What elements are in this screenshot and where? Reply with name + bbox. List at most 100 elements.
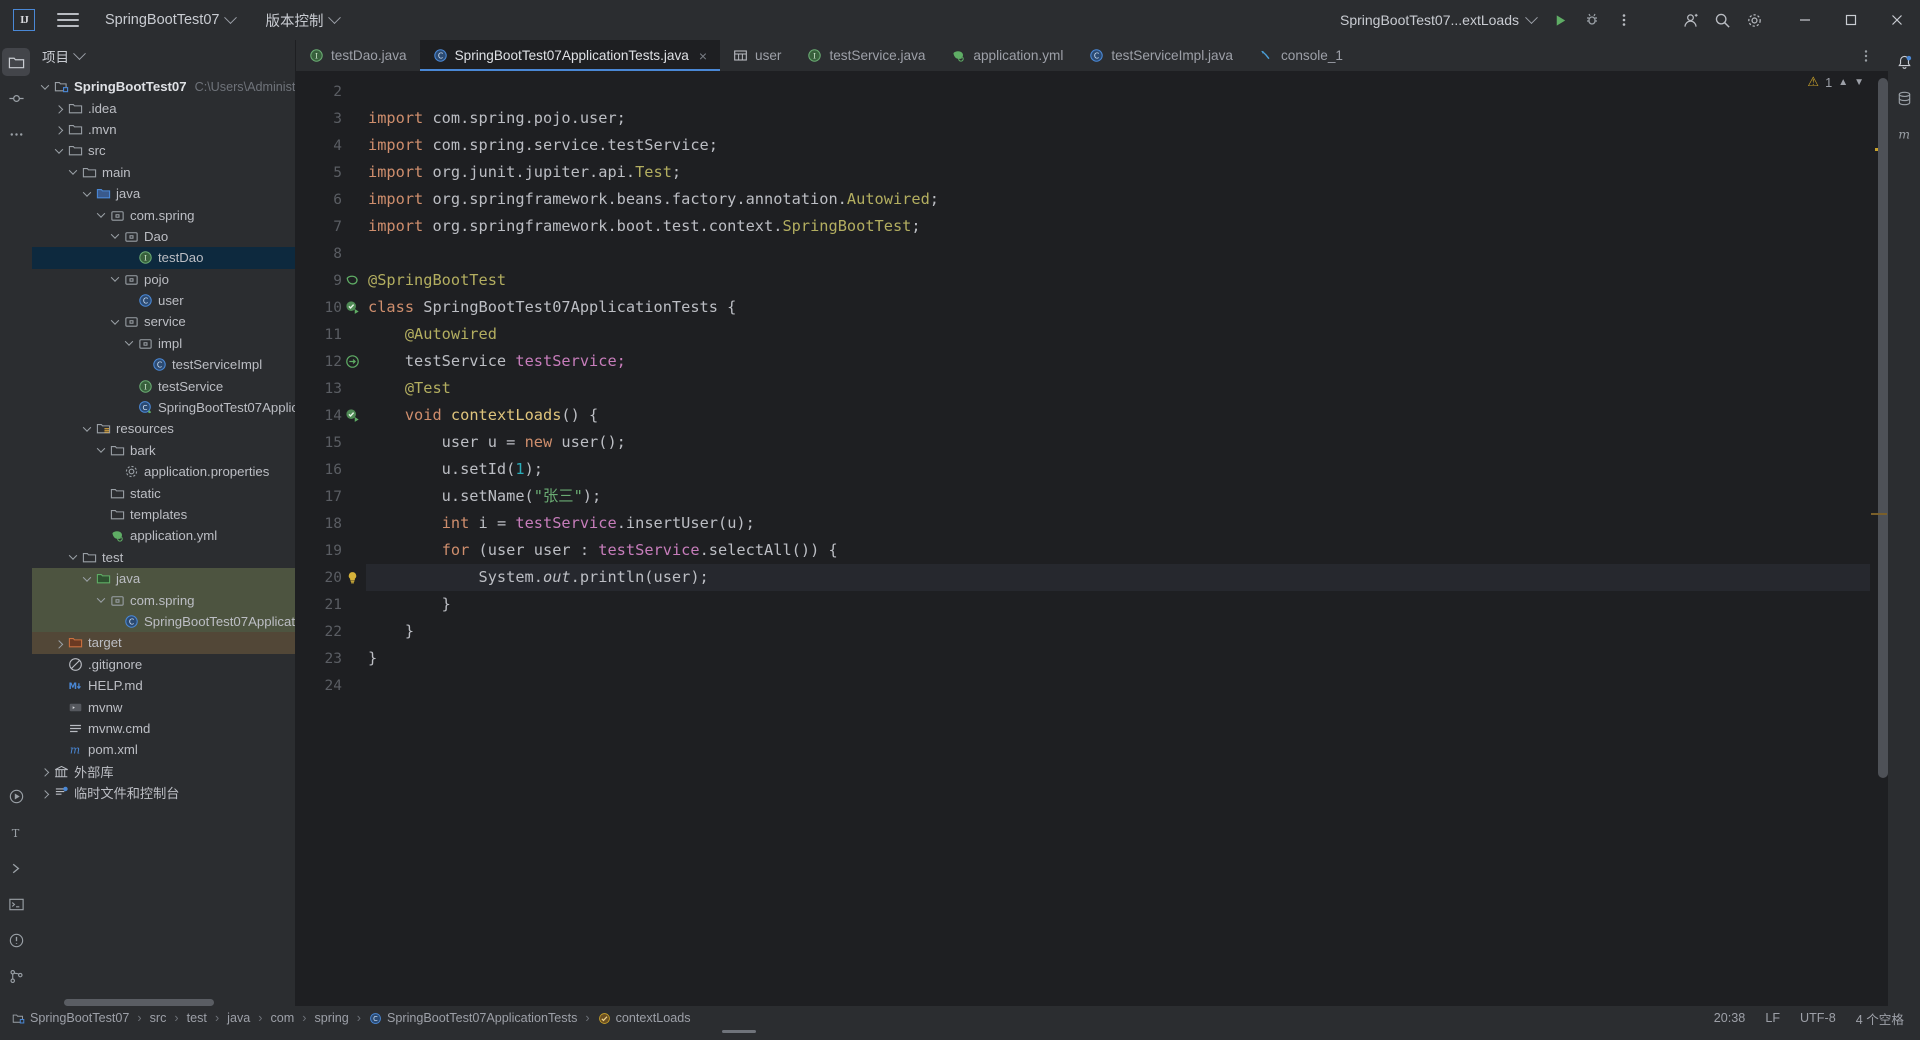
code-line-23[interactable]: } (368, 645, 1870, 672)
chevron-down-icon[interactable]: ▼ (1854, 77, 1864, 88)
chevron-down-icon[interactable] (122, 336, 136, 350)
run-test-icon[interactable] (342, 408, 362, 423)
close-tab-icon[interactable]: × (699, 48, 707, 64)
project-panel-header[interactable]: 项目 (32, 40, 295, 72)
gutter-line-3[interactable]: 3 (296, 105, 366, 132)
minimize-icon[interactable] (1782, 0, 1828, 40)
editor-tab-springboottest07applicationtests-java[interactable]: C SpringBootTest07ApplicationTests.java × (419, 40, 721, 71)
terminal-tool-window-icon[interactable] (2, 890, 30, 918)
maven-tool-window-icon[interactable]: m (1890, 120, 1918, 148)
tree-node-main[interactable]: main (32, 162, 295, 183)
tree-node-service[interactable]: service (32, 311, 295, 332)
bean-nav-icon[interactable] (342, 354, 362, 369)
run-test-icon[interactable] (342, 300, 362, 315)
tree-node-testdao[interactable]: ItestDao (32, 247, 295, 269)
gear-icon[interactable] (1739, 5, 1769, 35)
services-tool-window-icon[interactable] (2, 854, 30, 882)
chevron-down-icon[interactable] (94, 443, 108, 457)
editor-marker-strip[interactable] (1870, 72, 1888, 1006)
chevron-right-icon[interactable] (52, 122, 66, 136)
gutter-line-20[interactable]: 20 (296, 564, 366, 591)
tree-node-impl[interactable]: impl (32, 333, 295, 354)
gutter-line-10[interactable]: 10 (296, 294, 366, 321)
breadcrumb-java[interactable]: java (223, 1010, 254, 1026)
tree-node-bark[interactable]: bark (32, 440, 295, 461)
caret-position[interactable]: 20:38 (1714, 1011, 1746, 1025)
tree-node-java[interactable]: java (32, 567, 295, 590)
chevron-down-icon[interactable] (108, 229, 122, 243)
gutter-line-5[interactable]: 5 (296, 159, 366, 186)
commit-tool-window-icon[interactable] (2, 84, 30, 112)
code-line-7[interactable]: import org.springframework.boot.test.con… (368, 213, 1870, 240)
gutter-line-2[interactable]: 2 (296, 78, 366, 105)
gutter-line-4[interactable]: 4 (296, 132, 366, 159)
tree-node-springboottest07applicationt[interactable]: C SpringBootTest07ApplicationT (32, 610, 295, 633)
tree-node-target[interactable]: target (32, 632, 295, 654)
code-line-4[interactable]: import com.spring.service.testService; (368, 132, 1870, 159)
search-icon[interactable] (1707, 5, 1737, 35)
tree-node-idea[interactable]: .idea (32, 97, 295, 118)
gutter-line-11[interactable]: 11 (296, 321, 366, 348)
gutter-line-21[interactable]: 21 (296, 591, 366, 618)
chevron-down-icon[interactable] (66, 165, 80, 179)
tree-node-user[interactable]: Cuser (32, 290, 295, 311)
database-tool-window-icon[interactable] (1890, 84, 1918, 112)
tree-node-resources[interactable]: resources (32, 418, 295, 439)
project-tree[interactable]: SpringBootTest07 C:\Users\Administrator\D… (32, 72, 295, 1006)
gutter-line-9[interactable]: 9 (296, 267, 366, 294)
chevron-right-icon[interactable] (52, 636, 66, 650)
notifications-icon[interactable] (1890, 48, 1918, 76)
tree-node-gitignore[interactable]: .gitignore (32, 654, 295, 675)
editor-tab-testdao-java[interactable]: ItestDao.java (296, 40, 420, 71)
lightbulb-icon[interactable] (342, 570, 362, 585)
tree-node-mvn[interactable]: .mvn (32, 119, 295, 140)
editor-tab-application-yml[interactable]: application.yml (938, 40, 1076, 71)
editor-tab-user[interactable]: user (720, 40, 794, 71)
tree-node-static[interactable]: static (32, 482, 295, 503)
gutter-line-14[interactable]: 14 (296, 402, 366, 429)
tree-node-java[interactable]: java (32, 183, 295, 204)
code-line-20[interactable]: System.out.println(user); (366, 564, 1870, 591)
project-tree-horizontal-scrollbar[interactable] (64, 999, 214, 1006)
code-line-16[interactable]: u.setId(1); (368, 456, 1870, 483)
gutter-line-18[interactable]: 18 (296, 510, 366, 537)
project-name-dropdown[interactable]: SpringBootTest07 (101, 9, 239, 31)
breadcrumb-springboottest07applicationtests[interactable]: C SpringBootTest07ApplicationTests (365, 1010, 581, 1026)
chevron-up-icon[interactable]: ▲ (1838, 77, 1848, 88)
gutter-line-16[interactable]: 16 (296, 456, 366, 483)
code-line-6[interactable]: import org.springframework.beans.factory… (368, 186, 1870, 213)
tree-node-com-spring[interactable]: com.spring (32, 589, 295, 611)
more-tool-windows-icon[interactable] (2, 120, 30, 148)
maximize-icon[interactable] (1828, 0, 1874, 40)
inspection-widget[interactable]: ⚠ 1 ▲ ▼ (1807, 74, 1864, 90)
debug-button[interactable] (1577, 5, 1607, 35)
gutter-line-24[interactable]: 24 (296, 672, 366, 699)
run-tool-window-icon[interactable] (2, 782, 30, 810)
gutter-line-22[interactable]: 22 (296, 618, 366, 645)
chevron-down-icon[interactable] (108, 315, 122, 329)
gutter-line-12[interactable]: 12 (296, 348, 366, 375)
code-line-9[interactable]: @SpringBootTest (368, 267, 1870, 294)
tree-node-help-md[interactable]: M HELP.md (32, 675, 295, 696)
gutter-line-13[interactable]: 13 (296, 375, 366, 402)
gutter-line-7[interactable]: 7 (296, 213, 366, 240)
breadcrumb-src[interactable]: src (146, 1010, 171, 1026)
chevron-down-icon[interactable] (38, 80, 52, 94)
line-separator[interactable]: LF (1765, 1011, 1780, 1025)
code-content[interactable]: import com.spring.pojo.user; import com.s… (366, 72, 1870, 1006)
run-button[interactable] (1545, 5, 1575, 35)
editor-tab-console-1[interactable]: console_1 (1246, 40, 1356, 71)
chevron-down-icon[interactable] (80, 572, 94, 586)
tree-node-mvnw[interactable]: mvnw (32, 696, 295, 717)
tree-node-application-yml[interactable]: application.yml (32, 525, 295, 546)
tree-node-[interactable]: 临时文件和控制台 (32, 782, 295, 803)
code-line-21[interactable]: } (368, 591, 1870, 618)
chevron-down-icon[interactable] (66, 550, 80, 564)
tree-node-testservice[interactable]: ItestService (32, 375, 295, 396)
breadcrumb-test[interactable]: test (183, 1010, 211, 1026)
breadcrumb-contextloads[interactable]: contextLoads (594, 1010, 695, 1026)
code-line-3[interactable]: import com.spring.pojo.user; (368, 105, 1870, 132)
gutter-line-6[interactable]: 6 (296, 186, 366, 213)
gutter-line-17[interactable]: 17 (296, 483, 366, 510)
tree-node-mvnw-cmd[interactable]: mvnw.cmd (32, 718, 295, 739)
